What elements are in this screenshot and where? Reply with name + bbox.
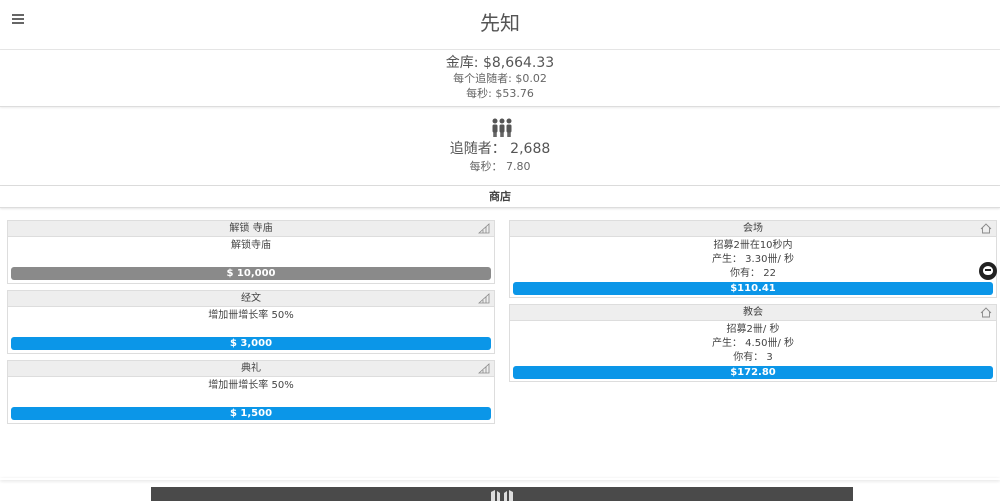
upgrade-card-header: 典礼 [8,361,494,377]
follower-count: 追随者： 2,688 [449,141,551,157]
top-bar: 先知 [0,0,1000,50]
building-title: 教会 [743,307,763,318]
buy-ceremony-button[interactable]: $ 1,500 [11,407,491,420]
building-card-church: 教会 招募2卌/ 秒 产生： 4.50卌/ 秒 你有： 3 $172.80 [509,304,997,382]
signal-bars-icon [478,223,490,234]
treasury-amount: 金库: $8,664.33 [445,55,555,71]
house-icon [980,307,992,318]
house-icon [980,223,992,234]
building-owned: 你有： 3 [733,352,773,363]
building-produce: 产生： 4.50卌/ 秒 [712,338,794,349]
upgrade-desc: 增加卌增长率 50% [208,380,294,391]
building-owned: 你有： 22 [730,268,776,279]
building-card-header: 教会 [510,305,996,321]
upgrade-card-scripture: 经文 增加卌增长率 50% $ 3,000 [7,290,495,354]
upgrade-title: 解锁 寺庙 [229,223,273,234]
upgrade-title: 典礼 [241,363,261,374]
treasury-per-second: 每秒: $53.76 [466,87,534,100]
upgrade-card-unlock-temple: 解锁 寺庙 解锁寺庙 $ 10,000 [7,220,495,284]
treasury-per-follower: 每个追随者: $0.02 [453,72,547,85]
buy-scripture-button[interactable]: $ 3,000 [11,337,491,350]
building-recruit: 招募2卌在10秒内 [713,240,793,251]
octocat-icon[interactable] [979,262,997,280]
upgrade-title: 经文 [241,293,261,304]
building-info: 招募2卌/ 秒 产生： 4.50卌/ 秒 你有： 3 [510,321,996,365]
book-icon[interactable] [489,490,515,501]
people-icon [492,118,512,137]
app-title: 先知 [480,11,520,35]
building-card-header: 会场 [510,221,996,237]
building-recruit: 招募2卌/ 秒 [726,324,780,335]
upgrade-desc: 解锁寺庙 [231,240,271,251]
upgrade-card-header: 经文 [8,291,494,307]
buy-unlock-temple-button[interactable]: $ 10,000 [11,267,491,280]
treasury-panel: 金库: $8,664.33 每个追随者: $0.02 每秒: $53.76 [0,50,1000,107]
shop-title: 商店 [0,186,1000,208]
signal-bars-icon [478,363,490,374]
building-produce: 产生： 3.30卌/ 秒 [712,254,794,265]
follower-rate: 每秒： 7.80 [469,160,531,173]
upgrade-desc: 增加卌增长率 50% [208,310,294,321]
buy-venue-button[interactable]: $110.41 [513,282,993,295]
divider [0,478,1000,480]
upgrade-card-ceremony: 典礼 增加卌增长率 50% $ 1,500 [7,360,495,424]
upgrade-card-header: 解锁 寺庙 [8,221,494,237]
building-info: 招募2卌在10秒内 产生： 3.30卌/ 秒 你有： 22 [510,237,996,281]
buy-church-button[interactable]: $172.80 [513,366,993,379]
building-card-venue: 会场 招募2卌在10秒内 产生： 3.30卌/ 秒 你有： 22 $110.41 [509,220,997,298]
building-title: 会场 [743,223,763,234]
signal-bars-icon [478,293,490,304]
